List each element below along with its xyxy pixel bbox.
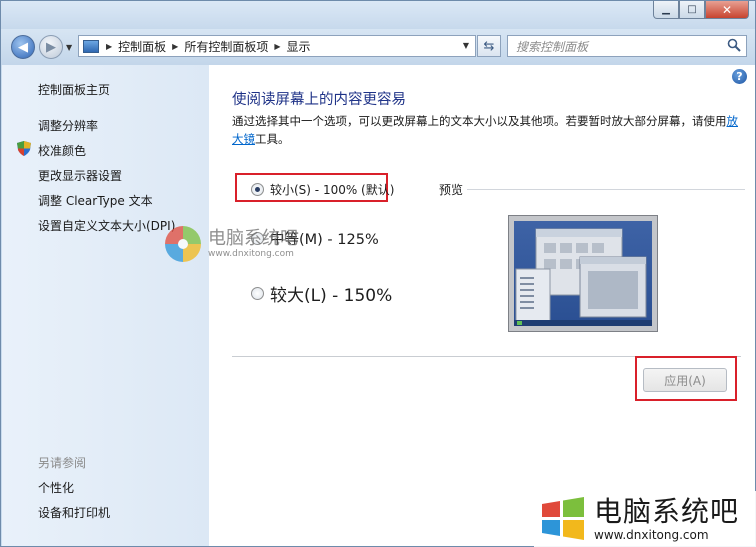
- breadcrumb-arrow-icon[interactable]: ▶: [274, 42, 280, 51]
- maximize-button[interactable]: □: [679, 1, 705, 19]
- shield-icon: [17, 141, 31, 156]
- window-controls: ▁ □ ✕: [653, 1, 749, 19]
- refresh-button[interactable]: ⇆: [477, 35, 501, 57]
- option-smaller[interactable]: 较小(S) - 100% (默认): [251, 181, 394, 198]
- address-history-dropdown-icon[interactable]: ▼: [463, 41, 469, 50]
- watermark-small: 电脑系统吧 www.dnxitong.com: [164, 225, 298, 263]
- back-button[interactable]: ◀: [11, 35, 35, 59]
- recent-pages-dropdown-icon[interactable]: ▼: [66, 43, 72, 52]
- page-description: 通过选择其中一个选项，可以更改屏幕上的文本大小以及其他项。若要暂时放大部分屏幕，…: [232, 112, 744, 148]
- see-also-heading: 另请参阅: [38, 456, 87, 470]
- radio-button[interactable]: [251, 287, 264, 300]
- watermark-title-large: 电脑系统吧: [594, 495, 740, 528]
- page-title: 使阅读屏幕上的内容更容易: [232, 92, 406, 108]
- breadcrumb-control-panel[interactable]: 控制面板: [118, 38, 166, 55]
- sidebar-link-calibrate-color[interactable]: 校准颜色: [38, 142, 86, 159]
- minimize-button[interactable]: ▁: [653, 1, 679, 19]
- main-content: ? 使阅读屏幕上的内容更容易 通过选择其中一个选项，可以更改屏幕上的文本大小以及…: [209, 65, 755, 546]
- windows-logo-icon: [542, 497, 584, 540]
- sidebar: 控制面板主页 调整分辨率 校准颜色 更改显示器设置 调整 ClearType 文…: [2, 65, 209, 546]
- preview-label: 预览: [439, 183, 464, 197]
- close-button[interactable]: ✕: [705, 1, 749, 19]
- explorer-window: ▁ □ ✕ ◀ ▶ ▼ ▶ 控制面板 ▶ 所有控制面板项 ▶ 显示 ▼ ⇆ 搜索…: [0, 0, 756, 547]
- breadcrumb-arrow-icon[interactable]: ▶: [172, 42, 178, 51]
- sidebar-link-devices-printers[interactable]: 设备和打印机: [38, 504, 110, 521]
- option-larger-label: 较大(L) - 150%: [270, 286, 393, 306]
- title-bar: ▁ □ ✕: [1, 1, 755, 29]
- search-input[interactable]: 搜索控制面板: [516, 38, 588, 55]
- sidebar-link-custom-dpi[interactable]: 设置自定义文本大小(DPI): [38, 217, 175, 234]
- breadcrumb-arrow-icon[interactable]: ▶: [106, 42, 112, 51]
- radio-button[interactable]: [251, 183, 264, 196]
- sidebar-link-personalization[interactable]: 个性化: [38, 479, 74, 496]
- help-icon[interactable]: ?: [732, 69, 747, 84]
- description-text: 通过选择其中一个选项，可以更改屏幕上的文本大小以及其他项。若要暂时放大部分屏幕，…: [232, 114, 727, 128]
- watermark-url: www.dnxitong.com: [208, 249, 294, 259]
- description-text-end: 工具。: [255, 132, 290, 146]
- sidebar-link-change-display-settings[interactable]: 更改显示器设置: [38, 167, 122, 184]
- search-icon[interactable]: [727, 38, 741, 52]
- navigation-toolbar: ◀ ▶ ▼ ▶ 控制面板 ▶ 所有控制面板项 ▶ 显示 ▼ ⇆ 搜索控制面板: [1, 29, 755, 65]
- option-smaller-label: 较小(S) - 100% (默认): [270, 183, 395, 197]
- sidebar-link-cleartype[interactable]: 调整 ClearType 文本: [38, 192, 153, 209]
- sidebar-link-adjust-resolution[interactable]: 调整分辨率: [38, 117, 98, 134]
- breadcrumb-all-items[interactable]: 所有控制面板项: [184, 38, 268, 55]
- preview-screen: [514, 221, 652, 326]
- refresh-icon: ⇆: [483, 38, 495, 54]
- address-bar[interactable]: ▶ 控制面板 ▶ 所有控制面板项 ▶ 显示 ▼: [78, 35, 476, 57]
- apply-button[interactable]: 应用(A): [643, 368, 727, 392]
- breadcrumb-display[interactable]: 显示: [287, 38, 311, 55]
- option-larger[interactable]: 较大(L) - 150%: [251, 281, 392, 306]
- watermark-url-large: www.dnxitong.com: [594, 528, 709, 542]
- search-box[interactable]: 搜索控制面板: [507, 35, 747, 57]
- control-panel-icon: [83, 39, 99, 53]
- preview-divider: [467, 189, 745, 190]
- forward-button[interactable]: ▶: [39, 35, 63, 59]
- preview-monitor: [508, 215, 658, 332]
- preview-windows-graphic: [514, 228, 652, 326]
- watermark-title: 电脑系统吧: [208, 228, 298, 249]
- sidebar-link-home[interactable]: 控制面板主页: [38, 81, 110, 98]
- watermark-large: 电脑系统吧 www.dnxitong.com: [534, 491, 756, 547]
- watermark-logo-icon: [165, 226, 201, 262]
